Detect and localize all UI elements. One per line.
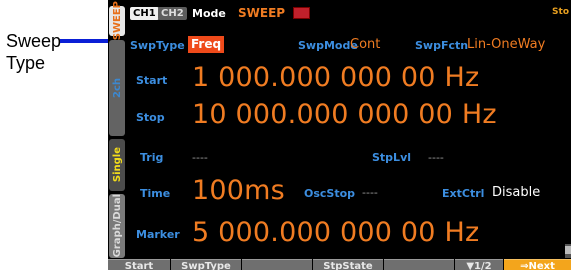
swp-fctn-label: SwpFctn [415, 39, 469, 52]
scrollbar-thumb[interactable] [565, 246, 571, 254]
softkey-blank-5[interactable] [384, 259, 454, 270]
stplvl-field[interactable]: ---- [428, 151, 444, 164]
annotation-label: Sweep Type [6, 30, 61, 74]
sweep-time-field[interactable]: 100ms [192, 176, 285, 206]
stop-label: Stop [136, 111, 165, 124]
channel-1-button[interactable]: CH1 [130, 7, 159, 20]
instrument-screen: SWEEP 2ch Single Graph/Dual CH1 CH2 Mode… [108, 0, 571, 270]
mode-value: SWEEP [238, 6, 286, 20]
marker-frequency-field[interactable]: 5 000.000 000 00 Hz [192, 218, 479, 248]
oscstop-field[interactable]: ---- [362, 186, 378, 199]
start-frequency-field[interactable]: 1 000.000 000 00 Hz [192, 63, 479, 93]
trig-field[interactable]: ---- [192, 151, 208, 164]
output-status-icon [293, 7, 310, 19]
stplvl-label: StpLvl [372, 151, 412, 164]
annotation-line-1: Sweep [6, 31, 62, 51]
softkey-bar: Start SwpType StpState ▼1/2 ⇒Next [108, 259, 571, 270]
swp-fctn-field[interactable]: Lin-OneWay [467, 37, 545, 52]
extctrl-label: ExtCtrl [442, 187, 485, 200]
softkey-blank-3[interactable] [242, 259, 312, 270]
channel-2-button[interactable]: CH2 [158, 7, 187, 20]
trig-label: Trig [140, 151, 164, 164]
softkey-next[interactable]: ⇒Next [504, 259, 571, 270]
softkey-stpstate[interactable]: StpState [313, 259, 383, 270]
swp-type-label: SwpType [130, 39, 185, 52]
softkey-page[interactable]: ▼1/2 [455, 259, 503, 270]
annotation-line-2: Type [6, 53, 46, 73]
status-bar: CH1 CH2 Mode SWEEP Sto [128, 6, 571, 22]
softkey-swptype[interactable]: SwpType [171, 259, 241, 270]
mode-label: Mode [192, 7, 226, 20]
stop-frequency-field[interactable]: 10 000.000 000 00 Hz [192, 100, 497, 130]
marker-label: Marker [136, 228, 180, 241]
side-tab-single[interactable]: Single [109, 139, 125, 191]
status-text: Sto [552, 7, 569, 17]
swp-mode-label: SwpMode [298, 39, 358, 52]
side-tab-sweep[interactable]: SWEEP [109, 1, 125, 41]
side-tab-rail: SWEEP 2ch Single Graph/Dual [108, 0, 126, 270]
oscstop-label: OscStop [304, 187, 356, 200]
start-label: Start [136, 74, 168, 87]
swp-mode-field[interactable]: Cont [350, 37, 380, 52]
swp-type-field[interactable]: Freq [188, 36, 225, 53]
extctrl-field[interactable]: Disable [492, 185, 540, 200]
softkey-start[interactable]: Start [108, 259, 170, 270]
side-tab-graph-dual[interactable]: Graph/Dual [109, 194, 125, 258]
side-tab-2ch[interactable]: 2ch [109, 40, 125, 136]
time-label: Time [140, 187, 171, 200]
